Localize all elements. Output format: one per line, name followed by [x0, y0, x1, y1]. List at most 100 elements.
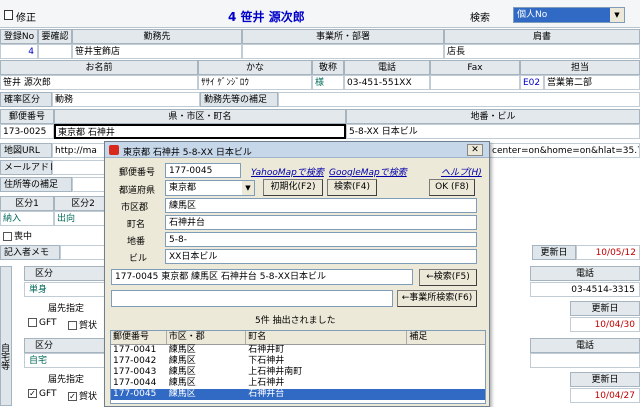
kana-header: かな — [198, 60, 312, 75]
init-button[interactable]: 初期化(F2) — [263, 179, 323, 196]
cell-note — [407, 378, 485, 389]
cat1-header: 区分1 — [0, 196, 54, 211]
department-header: 事業所・部署 — [242, 29, 444, 44]
search-select[interactable]: 個人No ▼ — [513, 7, 625, 23]
company-field[interactable]: 笹井宝飾店 — [72, 44, 242, 59]
back-search-button[interactable]: ←検索(F5) — [419, 269, 477, 286]
results-table: 郵便番号 市区・郡 町名 補足 177-0041 練馬区 石神井町 177-00… — [110, 330, 486, 404]
staff-name[interactable]: 営業第二部 — [544, 75, 640, 90]
reg-no-value: 4 — [0, 44, 38, 59]
col-city[interactable]: 市区・郡 — [167, 331, 247, 344]
checkbox-icon[interactable] — [68, 321, 77, 330]
ok-button[interactable]: OK (F8) — [429, 179, 475, 196]
sub2-cat-value[interactable]: 自宅 — [24, 353, 112, 368]
name-field[interactable]: 笹井 源次郎 — [0, 75, 198, 90]
check-icon[interactable]: ✓ — [68, 392, 77, 401]
result-message: 5件 抽出されました — [255, 316, 336, 326]
window-title: 修正 — [16, 13, 36, 24]
street-field[interactable]: 5-8-XX 日本ビル — [346, 124, 640, 139]
cell-postal: 177-0043 — [113, 367, 157, 377]
dlg-bldg-label: ビル — [129, 254, 148, 264]
chevron-down-icon[interactable]: ▼ — [242, 181, 254, 195]
postal-field[interactable]: 173-0025 — [0, 124, 54, 139]
cell-city: 練馬区 — [168, 345, 196, 355]
checkbox-icon[interactable] — [28, 318, 37, 327]
fax-field[interactable] — [430, 75, 520, 90]
map-url-suffix[interactable]: center=on&home=on&hlat=35.73 — [488, 143, 640, 158]
sub2-card-checkbox[interactable]: ✓ 賀状 — [68, 389, 97, 402]
sub2-cat-header: 区分 — [24, 338, 112, 353]
mourning-checkbox[interactable]: 喪中 — [3, 229, 32, 242]
dlg-town-input[interactable]: 石神井台 — [165, 215, 477, 230]
fax-header: Fax — [430, 60, 520, 75]
phone-field[interactable]: 03-451-551XX — [344, 75, 430, 90]
sub2-gft-checkbox[interactable]: ✓ GFT — [28, 389, 57, 399]
cat1-value[interactable]: 納入 — [0, 211, 54, 226]
dlg-full-address[interactable]: 177-0045 東京都 練馬区 石神井台 5-8-XX日本ビル — [111, 269, 413, 285]
results-header: 郵便番号 市区・郡 町名 補足 — [111, 331, 485, 345]
table-row[interactable]: 177-0044 練馬区 上石神井 — [111, 378, 485, 389]
chevron-down-icon[interactable]: ▼ — [610, 8, 624, 22]
sub1-gft-checkbox[interactable]: GFT — [28, 318, 57, 328]
cell-city: 練馬区 — [168, 356, 196, 366]
sub2-updated: 10/04/27 — [570, 388, 640, 403]
dialog-icon — [109, 145, 119, 155]
col-postal[interactable]: 郵便番号 — [111, 331, 167, 344]
search-label: 検索 — [470, 13, 490, 24]
pref-header: 県・市区・町名 — [54, 109, 346, 124]
rank-value[interactable]: 動務 — [52, 92, 200, 107]
sub1-phone[interactable]: 03-4514-3315 — [530, 282, 640, 297]
table-row[interactable]: 177-0042 練馬区 下石神井 — [111, 356, 485, 367]
position-field[interactable]: 店長 — [444, 44, 640, 59]
dialog-title: 東京都 石神井 5-8-XX 日本ビル — [123, 148, 252, 158]
pref-field[interactable]: 東京都 石神井 — [54, 124, 346, 139]
dlg-city-input[interactable]: 練馬区 — [165, 198, 477, 213]
yahoo-map-link[interactable]: YahooMapで検索 — [251, 165, 324, 178]
staff-header: 担当 — [520, 60, 640, 75]
kana-field[interactable]: ｻｻｲ ｹﾞﾝｼﾞﾛｳ — [198, 75, 312, 90]
reg-no-header: 登録No — [0, 29, 38, 44]
table-row-selected[interactable]: 177-0045 練馬区 石神井台 — [111, 389, 485, 400]
confirm-header: 要確認 — [38, 29, 72, 44]
cell-city: 練馬区 — [168, 378, 196, 388]
sub2-dest-label: 届先指定 — [48, 375, 85, 385]
dlg-postal-input[interactable]: 177-0045 — [165, 163, 241, 178]
search-button[interactable]: 検索(F4) — [327, 179, 377, 196]
help-link[interactable]: ヘルプ(H) — [441, 165, 482, 178]
dlg-extra-input[interactable] — [111, 290, 393, 307]
dlg-pref-select[interactable]: 東京都 ▼ — [165, 180, 255, 196]
company-header: 勤務先 — [72, 29, 242, 44]
updated-label: 更新日 — [532, 245, 576, 260]
department-field[interactable] — [242, 44, 444, 59]
map-url-prefix[interactable]: http://ma — [52, 143, 112, 158]
supplement-field[interactable] — [278, 92, 640, 107]
sub1-cat-value[interactable]: 単身 — [24, 282, 112, 297]
office-search-button[interactable]: ←事業所検索(F6) — [397, 290, 477, 307]
checkbox-icon[interactable] — [3, 232, 12, 241]
cell-town: 上石神井南町 — [248, 367, 303, 377]
table-row[interactable]: 177-0041 練馬区 石神井町 — [111, 345, 485, 356]
sub1-card-checkbox[interactable]: 賀状 — [68, 318, 97, 331]
col-town[interactable]: 町名 — [246, 331, 408, 344]
cell-postal: 177-0045 — [113, 389, 157, 399]
dlg-bldg-input[interactable]: XX日本ビル — [165, 249, 477, 264]
honorific-field[interactable]: 様 — [312, 75, 344, 90]
sub1-dest-label: 届先指定 — [48, 304, 85, 314]
staff-code[interactable]: E02 — [520, 75, 544, 90]
sub2-gft-label: GFT — [39, 389, 57, 399]
sub2-phone[interactable] — [530, 353, 640, 368]
dlg-lot-input[interactable]: 5-8- — [165, 232, 477, 247]
updated-value: 10/05/12 — [576, 245, 640, 260]
side-label: 自宅等 — [0, 266, 12, 406]
mail-field[interactable] — [52, 160, 112, 175]
cell-city: 練馬区 — [168, 389, 196, 399]
table-row[interactable]: 177-0043 練馬区 上石神井南町 — [111, 367, 485, 378]
check-icon[interactable]: ✓ — [28, 389, 37, 398]
confirm-cell[interactable] — [38, 44, 72, 59]
dlg-postal-label: 郵便番号 — [119, 168, 156, 178]
google-map-link[interactable]: GoogleMapで検索 — [329, 165, 407, 178]
cell-town: 下石神井 — [248, 356, 285, 366]
close-icon[interactable]: ✕ — [467, 144, 483, 156]
col-note[interactable]: 補足 — [407, 331, 485, 344]
sub2-phone-header: 電話 — [530, 338, 640, 353]
